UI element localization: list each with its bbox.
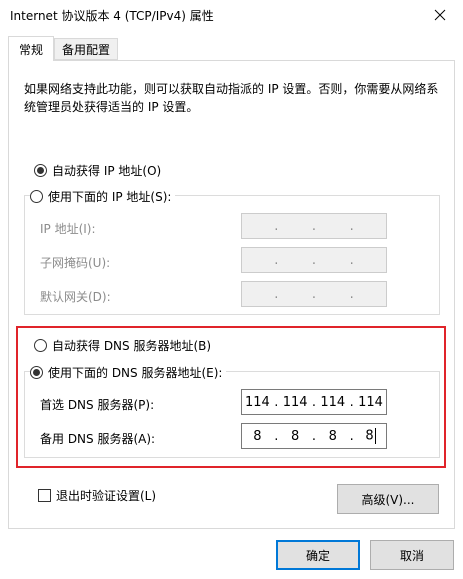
tcpip-properties-dialog: Internet 协议版本 4 (TCP/IPv4) 属性 常规 备用配置 如果…: [0, 0, 463, 579]
radio-indicator: [30, 366, 43, 379]
radio-manual-ip[interactable]: 使用下面的 IP 地址(S):: [30, 188, 176, 205]
radio-indicator: [34, 339, 47, 352]
preferred-dns-input[interactable]: 114. 114. 114. 114: [241, 389, 387, 415]
description-text: 如果网络支持此功能，则可以获取自动指派的 IP 设置。否则，你需要从网络系统管理…: [24, 82, 439, 114]
close-button[interactable]: [417, 0, 463, 30]
radio-indicator: [30, 190, 43, 203]
tab-general[interactable]: 常规: [8, 36, 54, 61]
radio-indicator: [34, 164, 47, 177]
cancel-button[interactable]: 取消: [370, 540, 454, 570]
title-bar: Internet 协议版本 4 (TCP/IPv4) 属性: [0, 0, 463, 30]
checkbox-validate-on-exit[interactable]: 退出时验证设置(L): [38, 487, 161, 504]
default-gateway-label: 默认网关(D):: [40, 290, 111, 304]
advanced-button[interactable]: 高级(V)...: [337, 484, 439, 514]
tab-alternate-config[interactable]: 备用配置: [54, 38, 118, 60]
radio-auto-ip[interactable]: 自动获得 IP 地址(O): [34, 162, 166, 179]
subnet-mask-label: 子网掩码(U):: [40, 256, 111, 270]
close-icon: [434, 9, 446, 21]
default-gateway-input[interactable]: . . .: [241, 281, 387, 307]
ip-address-input[interactable]: . . .: [241, 213, 387, 239]
alternate-dns-label: 备用 DNS 服务器(A):: [40, 432, 156, 446]
radio-manual-dns[interactable]: 使用下面的 DNS 服务器地址(E):: [30, 364, 227, 381]
checkbox-indicator: [38, 489, 51, 502]
radio-auto-dns[interactable]: 自动获得 DNS 服务器地址(B): [34, 337, 216, 354]
alternate-dns-input[interactable]: 8. 8. 8. 8: [241, 423, 387, 449]
text-caret: [374, 428, 376, 444]
ok-button[interactable]: 确定: [276, 540, 360, 570]
ip-address-label: IP 地址(I):: [40, 222, 96, 236]
subnet-mask-input[interactable]: . . .: [241, 247, 387, 273]
preferred-dns-label: 首选 DNS 服务器(P):: [40, 398, 155, 412]
window-title: Internet 协议版本 4 (TCP/IPv4) 属性: [10, 9, 214, 23]
